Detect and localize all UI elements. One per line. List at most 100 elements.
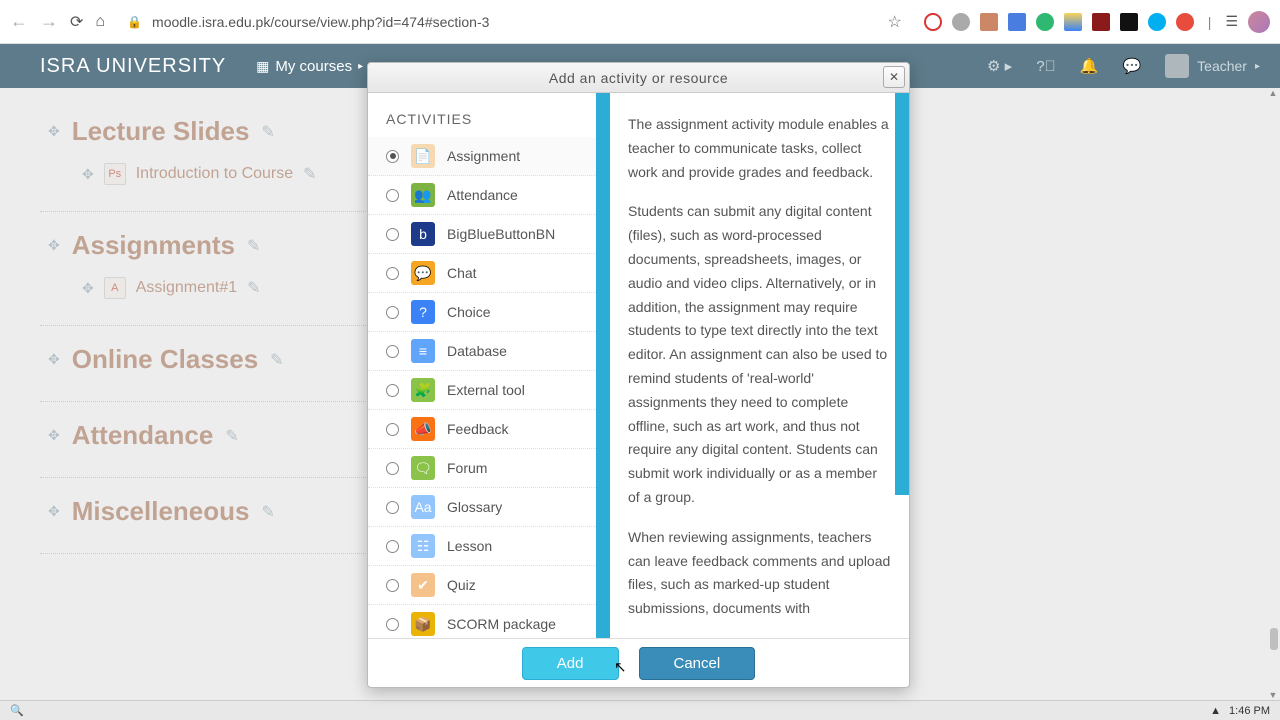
ext-icon[interactable] (924, 13, 942, 31)
page-scrollbar-thumb[interactable] (1270, 628, 1278, 650)
edit-pencil-icon[interactable]: ✎ (303, 164, 316, 184)
site-brand[interactable]: ISRA UNIVERSITY (40, 55, 226, 78)
course-section: ✥ Assignments ✎ ✥ A Assignment#1 ✎ (40, 212, 370, 326)
reading-list-icon[interactable]: ☰ (1225, 13, 1238, 30)
home-button[interactable]: ⌂ (95, 13, 105, 31)
activity-option[interactable]: 👥 Attendance (368, 176, 596, 215)
move-handle-icon[interactable]: ✥ (48, 123, 60, 140)
user-avatar (1165, 54, 1189, 78)
mouse-cursor: ↖ (614, 658, 627, 676)
activity-option[interactable]: 🗨 Forum (368, 449, 596, 488)
activity-option[interactable]: Aa Glossary (368, 488, 596, 527)
ext-icon[interactable] (1008, 13, 1026, 31)
activity-option[interactable]: b BigBlueButtonBN (368, 215, 596, 254)
radio-button[interactable] (386, 228, 399, 241)
move-handle-icon[interactable]: ✥ (48, 237, 60, 254)
move-handle-icon[interactable]: ✥ (82, 166, 94, 183)
radio-button[interactable] (386, 345, 399, 358)
radio-button[interactable] (386, 189, 399, 202)
forward-button[interactable]: → (40, 11, 58, 32)
scroll-up-arrow[interactable]: ▲ (1268, 88, 1278, 98)
radio-button[interactable] (386, 540, 399, 553)
bookmark-star-icon[interactable]: ☆ (887, 12, 901, 32)
edit-pencil-icon[interactable]: ✎ (261, 122, 274, 142)
ext-icon[interactable] (1148, 13, 1166, 31)
course-section: ✥ Attendance ✎ (40, 402, 370, 478)
tray-icon[interactable]: ▲ (1210, 705, 1221, 717)
gear-icon[interactable]: ⚙ ▸ (987, 57, 1012, 75)
activity-label: Lesson (447, 538, 492, 554)
radio-button[interactable] (386, 579, 399, 592)
move-handle-icon[interactable]: ✥ (48, 503, 60, 520)
user-menu[interactable]: Teacher ▸ (1165, 54, 1260, 78)
clock[interactable]: 1:46 PM (1229, 705, 1270, 717)
item-label: Assignment#1 (136, 279, 237, 297)
section-item[interactable]: ✥ A Assignment#1 ✎ (82, 277, 370, 299)
activity-option[interactable]: 📄 Assignment (368, 137, 596, 176)
radio-button[interactable] (386, 423, 399, 436)
section-name[interactable]: Miscelleneous (72, 496, 250, 527)
edit-pencil-icon[interactable]: ✎ (247, 278, 260, 298)
activity-option[interactable]: ? Choice (368, 293, 596, 332)
item-icon: A (104, 277, 126, 299)
ext-icon[interactable] (980, 13, 998, 31)
ext-icon[interactable] (1176, 13, 1194, 31)
bell-icon[interactable]: 🔔 (1080, 57, 1099, 75)
description-scrollbar[interactable] (895, 93, 909, 495)
activity-option[interactable]: ✔ Quiz (368, 566, 596, 605)
modal-close-button[interactable]: ✕ (883, 66, 905, 88)
activity-icon: ? (411, 300, 435, 324)
my-courses-menu[interactable]: ▦ My courses ▸ (256, 58, 363, 75)
address-bar[interactable]: 🔒 moodle.isra.edu.pk/course/view.php?id=… (117, 14, 875, 30)
radio-button[interactable] (386, 501, 399, 514)
my-courses-label: My courses (275, 58, 352, 75)
ext-icon[interactable] (1092, 13, 1110, 31)
move-handle-icon[interactable]: ✥ (82, 280, 94, 297)
radio-button[interactable] (386, 384, 399, 397)
description-paragraph: The assignment activity module enables a… (628, 113, 891, 184)
activity-option[interactable]: 💬 Chat (368, 254, 596, 293)
extension-icons: | ☰ (924, 11, 1270, 33)
edit-pencil-icon[interactable]: ✎ (261, 502, 274, 522)
section-title-row: ✥ Assignments ✎ (48, 230, 370, 261)
back-button[interactable]: ← (10, 11, 28, 32)
section-name[interactable]: Attendance (72, 420, 214, 451)
add-button[interactable]: Add (522, 647, 619, 680)
activity-option[interactable]: 🧩 External tool (368, 371, 596, 410)
ext-icon[interactable] (1036, 13, 1054, 31)
edit-pencil-icon[interactable]: ✎ (225, 426, 238, 446)
activities-header: ACTIVITIES (368, 105, 596, 137)
radio-button[interactable] (386, 462, 399, 475)
section-item[interactable]: ✥ Ps Introduction to Course ✎ (82, 163, 370, 185)
divider: | (1204, 14, 1216, 30)
messages-icon[interactable]: 💬 (1122, 57, 1141, 75)
radio-button[interactable] (386, 306, 399, 319)
activity-option[interactable]: ☷ Lesson (368, 527, 596, 566)
section-name[interactable]: Online Classes (72, 344, 258, 375)
activity-option[interactable]: 📣 Feedback (368, 410, 596, 449)
radio-button[interactable] (386, 618, 399, 631)
activity-label: Glossary (447, 499, 502, 515)
activity-label: Chat (447, 265, 477, 281)
help-icon[interactable]: ?⃝ (1036, 58, 1056, 75)
ext-icon[interactable] (1120, 13, 1138, 31)
radio-button[interactable] (386, 267, 399, 280)
ext-icon[interactable] (1064, 13, 1082, 31)
section-title-row: ✥ Lecture Slides ✎ (48, 116, 370, 147)
profile-avatar[interactable] (1248, 11, 1270, 33)
activity-label: BigBlueButtonBN (447, 226, 555, 242)
section-name[interactable]: Assignments (72, 230, 235, 261)
radio-button[interactable] (386, 150, 399, 163)
move-handle-icon[interactable]: ✥ (48, 351, 60, 368)
section-name[interactable]: Lecture Slides (72, 116, 250, 147)
edit-pencil-icon[interactable]: ✎ (270, 350, 283, 370)
search-icon[interactable]: 🔍 (10, 704, 24, 717)
reload-button[interactable]: ⟳ (70, 12, 83, 32)
ext-icon[interactable] (952, 13, 970, 31)
cancel-button[interactable]: Cancel (639, 647, 756, 680)
move-handle-icon[interactable]: ✥ (48, 427, 60, 444)
activity-option[interactable]: 📦 SCORM package (368, 605, 596, 638)
edit-pencil-icon[interactable]: ✎ (247, 236, 260, 256)
activity-option[interactable]: ≡ Database (368, 332, 596, 371)
scroll-down-arrow[interactable]: ▼ (1268, 690, 1278, 700)
